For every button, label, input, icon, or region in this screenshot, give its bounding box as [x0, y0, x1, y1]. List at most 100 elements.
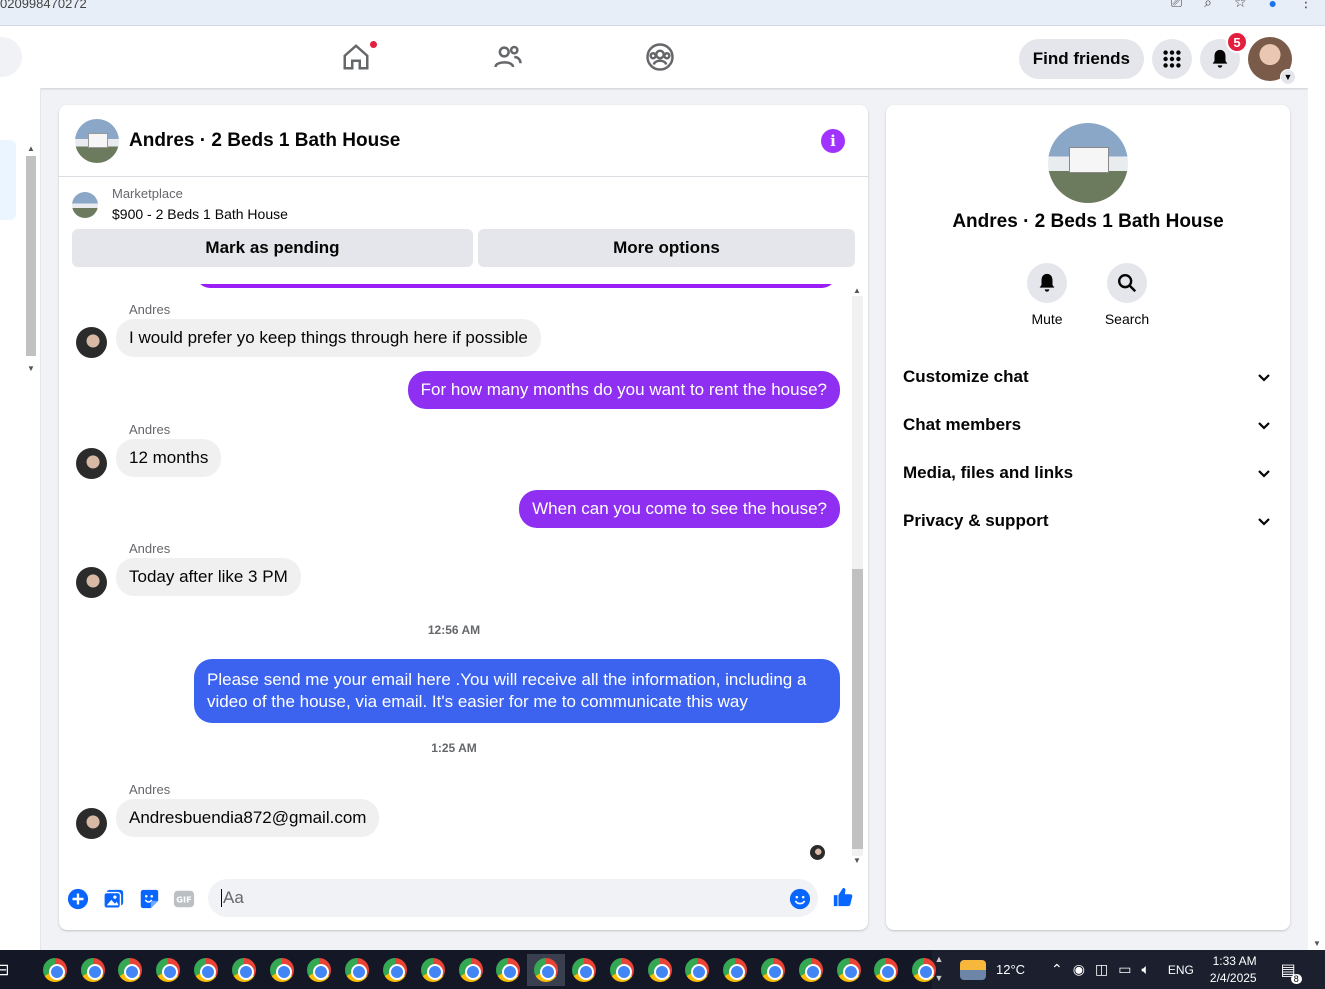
chevron-up-icon[interactable]: ⌃: [1051, 961, 1063, 978]
sender-avatar[interactable]: [76, 327, 107, 358]
nav-right: Find friends 5 ▼: [1018, 31, 1296, 85]
chrome-window[interactable]: [338, 954, 376, 986]
chrome-window[interactable]: [414, 954, 452, 986]
text-caret: [221, 889, 222, 907]
search-box[interactable]: [0, 37, 22, 77]
chrome-window[interactable]: [225, 954, 263, 986]
kebab-menu-icon[interactable]: ⋮: [1299, 0, 1313, 11]
chrome-window[interactable]: [452, 954, 490, 986]
chrome-window[interactable]: [112, 954, 150, 986]
chrome-window[interactable]: [36, 954, 74, 986]
mark-pending-button[interactable]: Mark as pending: [72, 229, 473, 267]
notification-center-icon[interactable]: ▤ 8: [1281, 960, 1302, 984]
account-avatar[interactable]: ▼: [1248, 37, 1296, 85]
notifications-button[interactable]: 5: [1200, 31, 1248, 79]
chrome-window[interactable]: [603, 954, 641, 986]
section-customize-chat[interactable]: Customize chat: [886, 353, 1290, 401]
notification-count: 8: [1290, 973, 1302, 984]
scroll-down-arrow[interactable]: ▼: [853, 856, 861, 865]
search-in-chat-button[interactable]: Search: [1105, 263, 1149, 327]
volume-icon[interactable]: 🔈︎: [1141, 961, 1149, 978]
chat-header: Andres · 2 Beds 1 Bath House i: [59, 105, 868, 177]
chrome-window[interactable]: [301, 954, 339, 986]
star-icon[interactable]: ☆: [1234, 0, 1247, 11]
message-bubble[interactable]: I would prefer yo keep things through he…: [116, 319, 541, 357]
task-view-icon[interactable]: ⊟: [0, 960, 9, 980]
message-bubble[interactable]: Andresbuendia872@gmail.com: [116, 799, 380, 837]
info-icon[interactable]: i: [821, 129, 845, 153]
more-actions-button[interactable]: [66, 887, 90, 911]
find-friends-button[interactable]: Find friends: [1018, 39, 1144, 79]
meet-icon[interactable]: ◫: [1095, 961, 1108, 978]
taskbar-scroll[interactable]: ▲ ▼: [932, 950, 946, 989]
record-icon[interactable]: ◉: [1073, 961, 1085, 978]
page-scrollbar[interactable]: ▼: [1308, 26, 1325, 950]
network-icon[interactable]: ▭: [1118, 961, 1131, 978]
nav-home[interactable]: [280, 26, 432, 88]
chat-info-panel: Andres · 2 Beds 1 Bath House Mute Search…: [886, 105, 1290, 930]
zoom-icon[interactable]: ⌕: [1204, 0, 1212, 11]
scroll-down-arrow[interactable]: ▼: [27, 364, 35, 373]
chrome-icon: [458, 958, 483, 982]
message-input[interactable]: Aa: [208, 879, 818, 917]
chrome-window[interactable]: [716, 954, 754, 986]
chrome-window[interactable]: [830, 954, 868, 986]
message-bubble[interactable]: Today after like 3 PM: [116, 558, 301, 596]
temperature[interactable]: 12°C: [996, 962, 1025, 977]
chrome-window[interactable]: [792, 954, 830, 986]
profile-icon[interactable]: ●: [1269, 0, 1277, 11]
sender-avatar[interactable]: [76, 567, 107, 598]
sender-avatar[interactable]: [76, 448, 107, 479]
chrome-window[interactable]: [565, 954, 603, 986]
emoji-button[interactable]: [788, 887, 812, 911]
sidebar-scroll-thumb[interactable]: [26, 156, 36, 356]
marketplace-row[interactable]: Marketplace $900 - 2 Beds 1 Bath House: [72, 185, 855, 225]
section-privacy-support[interactable]: Privacy & support: [886, 497, 1290, 545]
chrome-icon: [534, 958, 559, 982]
nav-friends[interactable]: [432, 26, 584, 88]
message-bubble[interactable]: When can you come to see the house?: [519, 490, 840, 528]
section-chat-members[interactable]: Chat members: [886, 401, 1290, 449]
url-fragment[interactable]: 020998470272: [0, 0, 87, 11]
selected-chat-indicator[interactable]: [0, 140, 16, 220]
scroll-thumb[interactable]: [852, 569, 863, 849]
chrome-window[interactable]: [641, 954, 679, 986]
message-bubble[interactable]: For how many months do you want to rent …: [407, 371, 840, 409]
chrome-window[interactable]: [263, 954, 301, 986]
chat-info-avatar[interactable]: [1048, 123, 1128, 203]
chrome-window[interactable]: [490, 954, 528, 986]
chrome-window[interactable]: [149, 954, 187, 986]
chrome-window[interactable]: [754, 954, 792, 986]
gif-button[interactable]: GIF: [172, 887, 196, 911]
chrome-window-active[interactable]: [527, 954, 566, 986]
clock[interactable]: 1:33 AM 2/4/2025: [1210, 953, 1257, 987]
chat-avatar[interactable]: [75, 118, 119, 163]
scroll-up-arrow[interactable]: ▲: [853, 286, 861, 295]
nav-groups[interactable]: [584, 26, 736, 88]
message-bubble[interactable]: 12 months: [116, 439, 222, 477]
sidebar-scrollbar[interactable]: ▲ ▼: [25, 142, 37, 376]
like-button[interactable]: [831, 885, 855, 909]
attach-photo-button[interactable]: [102, 887, 126, 911]
scroll-down-arrow[interactable]: ▼: [1313, 939, 1321, 948]
chrome-window[interactable]: [679, 954, 717, 986]
chrome-window[interactable]: [868, 954, 906, 986]
weather-icon[interactable]: [960, 959, 986, 980]
chrome-window[interactable]: [376, 954, 414, 986]
mute-button[interactable]: Mute: [1026, 263, 1068, 327]
message-bubble[interactable]: Please send me your email here .You will…: [194, 659, 840, 723]
language-indicator[interactable]: ENG: [1168, 963, 1194, 977]
chrome-window[interactable]: [187, 954, 225, 986]
chat-scrollbar[interactable]: ▲ ▼: [849, 284, 864, 867]
more-options-button[interactable]: More options: [478, 229, 855, 267]
chat-title[interactable]: Andres · 2 Beds 1 Bath House: [129, 130, 400, 152]
chevron-down-icon: [1258, 422, 1270, 430]
sender-avatar[interactable]: [76, 808, 107, 839]
menu-button[interactable]: [1152, 39, 1192, 79]
scroll-up-arrow[interactable]: ▲: [27, 144, 35, 153]
chat-info-name[interactable]: Andres · 2 Beds 1 Bath House: [886, 211, 1290, 233]
section-media-files-links[interactable]: Media, files and links: [886, 449, 1290, 497]
sticker-button[interactable]: [137, 887, 161, 911]
install-icon[interactable]: ⎚: [1171, 0, 1182, 11]
chrome-window[interactable]: [74, 954, 112, 986]
